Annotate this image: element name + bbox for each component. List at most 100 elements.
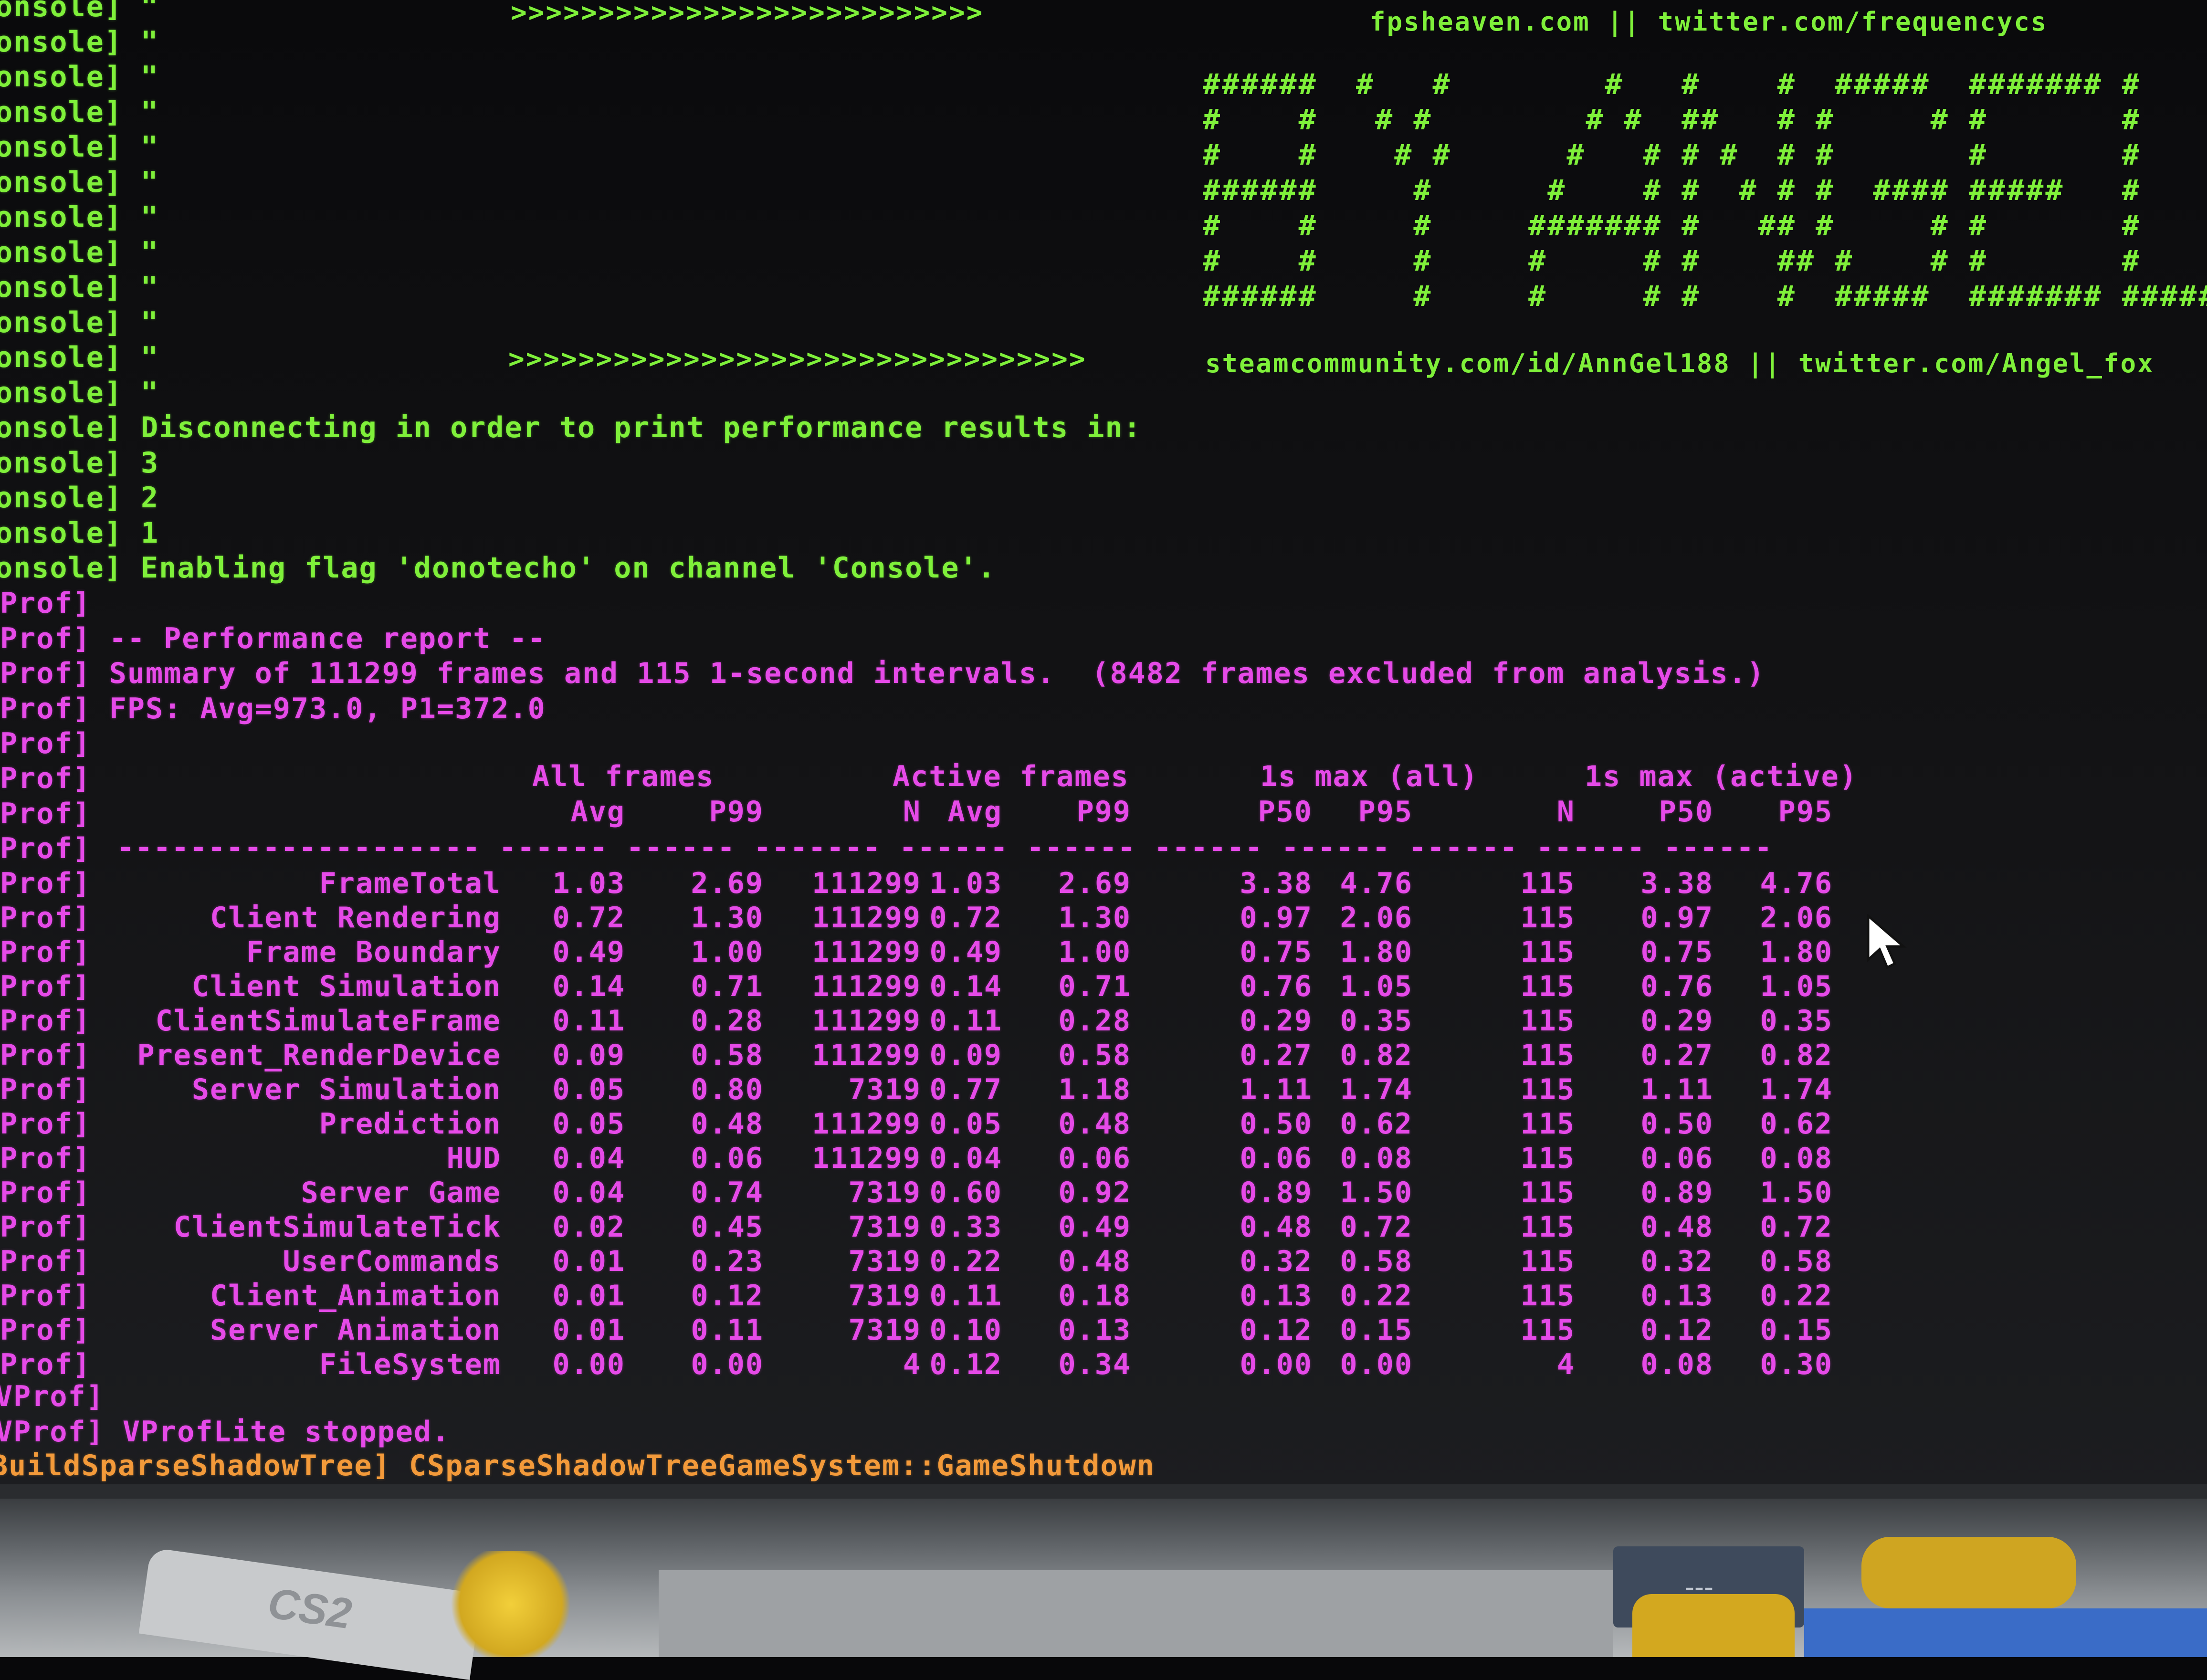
table-cell: 0.48 xyxy=(1058,1245,1131,1278)
row-prefix: Prof] xyxy=(0,901,91,934)
footer-line: VProf] VProfLite stopped. xyxy=(0,1415,450,1449)
console-text: " xyxy=(122,200,159,234)
table-cell: 0.32 xyxy=(1240,1245,1313,1278)
row-name: Client Simulation xyxy=(191,970,501,1003)
table-cell: 3.38 xyxy=(1240,867,1313,900)
console-line: onsole] " xyxy=(0,60,159,94)
banner-arrow-top: >>>>>>>>>>>>>>>>>>>>>>>>>>> xyxy=(511,0,984,28)
console-line: onsole] " xyxy=(0,200,159,234)
row-name: FileSystem xyxy=(319,1348,501,1381)
table-cell: 0.71 xyxy=(1058,970,1131,1003)
row-name: UserCommands xyxy=(283,1245,501,1278)
table-cell: 0.00 xyxy=(1340,1348,1413,1381)
table-cell: 0.62 xyxy=(1760,1107,1833,1141)
prof-line: Prof] Summary of 111299 frames and 115 1… xyxy=(0,657,1765,690)
table-cell: 0.13 xyxy=(1058,1313,1131,1347)
column-header: P99 xyxy=(1076,795,1131,829)
table-cell: 7319 xyxy=(848,1073,921,1106)
prof-line: Prof] FPS: Avg=973.0, P1=372.0 xyxy=(0,692,546,725)
console-line: onsole] Enabling flag 'donotecho' on cha… xyxy=(0,551,996,585)
console-line: onsole] " xyxy=(0,270,159,304)
table-cell: 0.32 xyxy=(1640,1245,1713,1278)
column-header: P95 xyxy=(1358,795,1413,829)
table-cell: 0.80 xyxy=(691,1073,764,1106)
table-cell: 0.11 xyxy=(929,1004,1002,1038)
console-text: " xyxy=(122,305,159,339)
table-cell: 2.69 xyxy=(691,867,764,900)
table-cell: 2.69 xyxy=(1058,867,1131,900)
table-cell: 0.58 xyxy=(691,1039,764,1072)
table-cell: 0.45 xyxy=(691,1210,764,1244)
ascii-art-line: # # # # # # ## # # # # xyxy=(1203,244,2142,278)
table-cell: 0.22 xyxy=(1340,1279,1413,1312)
table-cell: 0.89 xyxy=(1240,1176,1313,1209)
table-cell: 0.09 xyxy=(552,1039,625,1072)
table-cell: 115 xyxy=(1520,867,1575,900)
table-cell: 4.76 xyxy=(1340,867,1413,900)
cs2-logo: CS2 xyxy=(265,1579,355,1638)
row-name: FrameTotal xyxy=(319,867,501,900)
table-cell: 0.58 xyxy=(1340,1245,1413,1278)
keyboard-sticker: CS2 xyxy=(138,1547,482,1680)
table-cell: 1.11 xyxy=(1640,1073,1713,1106)
table-cell: 2.06 xyxy=(1340,901,1413,934)
footer-text: VProfLite stopped. xyxy=(104,1415,451,1449)
row-name: Client Rendering xyxy=(210,901,501,934)
table-cell: 115 xyxy=(1520,935,1575,969)
table-cell: 7319 xyxy=(848,1313,921,1347)
table-cell: 1.05 xyxy=(1340,970,1413,1003)
table-divider: -------------------- ------ ------ -----… xyxy=(117,831,1773,864)
row-name: HUD xyxy=(446,1142,501,1175)
ascii-art-line: # # # # # # # # # # # # xyxy=(1203,138,2142,172)
table-cell: 0.12 xyxy=(691,1279,764,1312)
console-text: 1 xyxy=(122,516,159,550)
table-cell: 111299 xyxy=(812,1107,921,1141)
table-cell: 0.48 xyxy=(1058,1107,1131,1141)
group-header: All frames xyxy=(532,760,715,793)
table-cell: 0.06 xyxy=(691,1142,764,1175)
table-cell: 115 xyxy=(1520,1279,1575,1312)
table-cell: 0.12 xyxy=(929,1348,1002,1381)
table-cell: 0.12 xyxy=(1640,1313,1713,1347)
table-cell: 3.38 xyxy=(1640,867,1713,900)
console-prefix: onsole] xyxy=(0,516,123,550)
row-name: ClientSimulateTick xyxy=(173,1210,501,1244)
table-cell: 0.74 xyxy=(691,1176,764,1209)
row-prefix: Prof] xyxy=(0,970,91,1003)
table-cell: 0.30 xyxy=(1760,1348,1833,1381)
table-cell: 0.15 xyxy=(1340,1313,1413,1347)
table-cell: 0.10 xyxy=(929,1313,1002,1347)
shutdown-prefix: BuildSparseShadowTree] xyxy=(0,1449,391,1482)
table-cell: 0.33 xyxy=(929,1210,1002,1244)
table-cell: 0.00 xyxy=(1240,1348,1313,1381)
console-text: " xyxy=(122,0,159,23)
column-header: P99 xyxy=(709,795,764,829)
table-cell: 0.27 xyxy=(1240,1039,1313,1072)
table-cell: 115 xyxy=(1520,1142,1575,1175)
console-prefix: onsole] xyxy=(0,130,123,164)
row-name: Server Simulation xyxy=(191,1073,501,1106)
table-cell: 0.27 xyxy=(1640,1039,1713,1072)
group-header: 1s max (all) xyxy=(1260,760,1479,793)
column-header: N xyxy=(903,795,921,829)
console-text: 3 xyxy=(122,446,159,480)
table-cell: 0.72 xyxy=(929,901,1002,934)
table-cell: 0.22 xyxy=(1760,1279,1833,1312)
table-cell: 0.04 xyxy=(929,1142,1002,1175)
prof-line: Prof] xyxy=(0,587,91,620)
table-cell: 0.92 xyxy=(1058,1176,1131,1209)
banner-link-bottom: steamcommunity.com/id/AnnGel188 || twitt… xyxy=(1205,348,2154,378)
table-cell: 4 xyxy=(903,1348,921,1381)
table-cell: 0.23 xyxy=(691,1245,764,1278)
console-line: onsole] 3 xyxy=(0,446,159,480)
row-name: Frame Boundary xyxy=(246,935,501,969)
row-prefix: Prof] xyxy=(0,1004,91,1038)
table-cell: 111299 xyxy=(812,901,921,934)
table-cell: 1.30 xyxy=(691,901,764,934)
shutdown-line: BuildSparseShadowTree] CSparseShadowTree… xyxy=(0,1449,1155,1483)
table-cell: 0.11 xyxy=(929,1279,1002,1312)
banner-arrow-bottom: >>>>>>>>>>>>>>>>>>>>>>>>>>>>>>>>> xyxy=(508,344,1087,375)
table-cell: 1.11 xyxy=(1240,1073,1313,1106)
table-cell: 7319 xyxy=(848,1279,921,1312)
table-cell: 111299 xyxy=(812,970,921,1003)
